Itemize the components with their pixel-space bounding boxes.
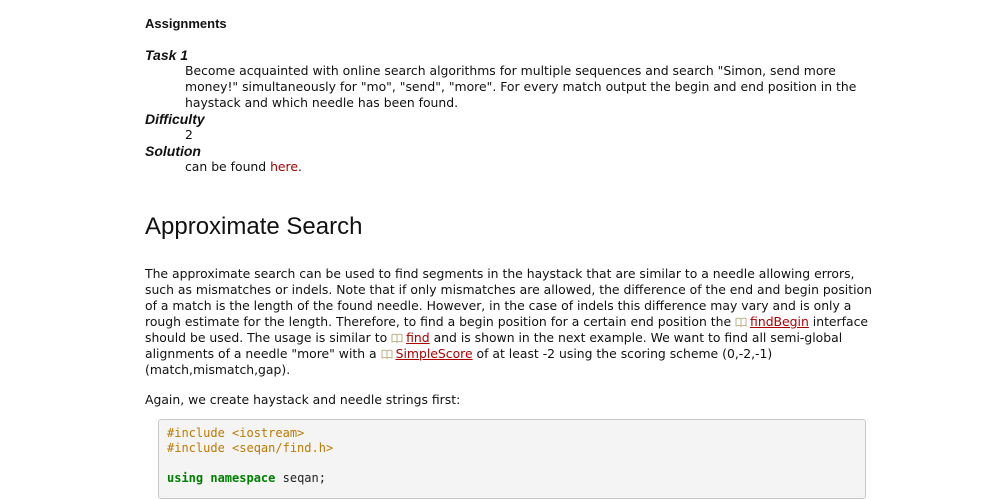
simplescore-reference-link[interactable]: SimpleScore <box>381 346 473 361</box>
solution-suffix: . <box>298 159 302 174</box>
book-icon <box>391 333 403 343</box>
code-line-using-namespace: using namespace seqan; <box>167 471 857 486</box>
solution-prefix: can be found <box>185 159 271 174</box>
section-title: Approximate Search <box>145 213 363 240</box>
solution-term: Solution <box>145 143 201 159</box>
solution-link[interactable]: here <box>270 159 298 174</box>
keyword-using: using <box>167 471 204 485</box>
intro-paragraph: Again, we create haystack and needle str… <box>145 392 461 407</box>
findbegin-label: findBegin <box>750 314 809 329</box>
task-term: Task 1 <box>145 47 189 63</box>
code-line-include-find: #include <seqan/find.h> <box>167 441 334 455</box>
code-block[interactable]: #include <iostream> #include <seqan/find… <box>158 419 866 499</box>
assignments-heading: Assignments <box>145 16 227 31</box>
book-icon <box>381 349 393 359</box>
find-reference-link[interactable]: find <box>391 330 430 345</box>
task-description: Become acquainted with online search alg… <box>185 63 857 110</box>
findbegin-reference-link[interactable]: findBegin <box>735 314 809 329</box>
solution-description: can be found here. <box>185 159 865 175</box>
namespace-name: seqan; <box>275 471 326 485</box>
find-label: find <box>406 330 430 345</box>
difficulty-term: Difficulty <box>145 111 205 127</box>
simplescore-label: SimpleScore <box>395 346 473 361</box>
code-line-include-iostream: #include <iostream> <box>167 426 305 440</box>
keyword-namespace: namespace <box>210 471 276 485</box>
approximate-search-paragraph: The approximate search can be used to fi… <box>145 266 885 378</box>
difficulty-value: 2 <box>185 127 193 142</box>
book-icon <box>735 317 747 327</box>
assignment-definition-list: Task 1 Become acquainted with online sea… <box>145 47 885 175</box>
